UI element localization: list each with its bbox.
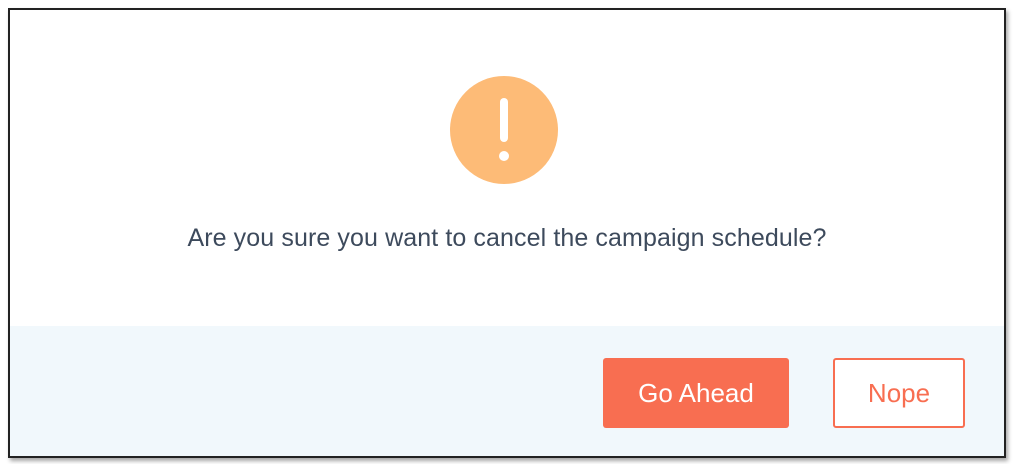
- dialog-message: Are you sure you want to cancel the camp…: [187, 224, 827, 252]
- dialog-footer: Go Ahead Nope: [10, 326, 1004, 456]
- warning-exclamation-icon: [450, 76, 558, 184]
- confirm-dialog: Are you sure you want to cancel the camp…: [8, 8, 1006, 458]
- dialog-body: Are you sure you want to cancel the camp…: [10, 10, 1004, 326]
- go-ahead-button[interactable]: Go Ahead: [603, 358, 789, 428]
- exclamation-glyph: [499, 98, 509, 161]
- nope-button[interactable]: Nope: [833, 358, 965, 428]
